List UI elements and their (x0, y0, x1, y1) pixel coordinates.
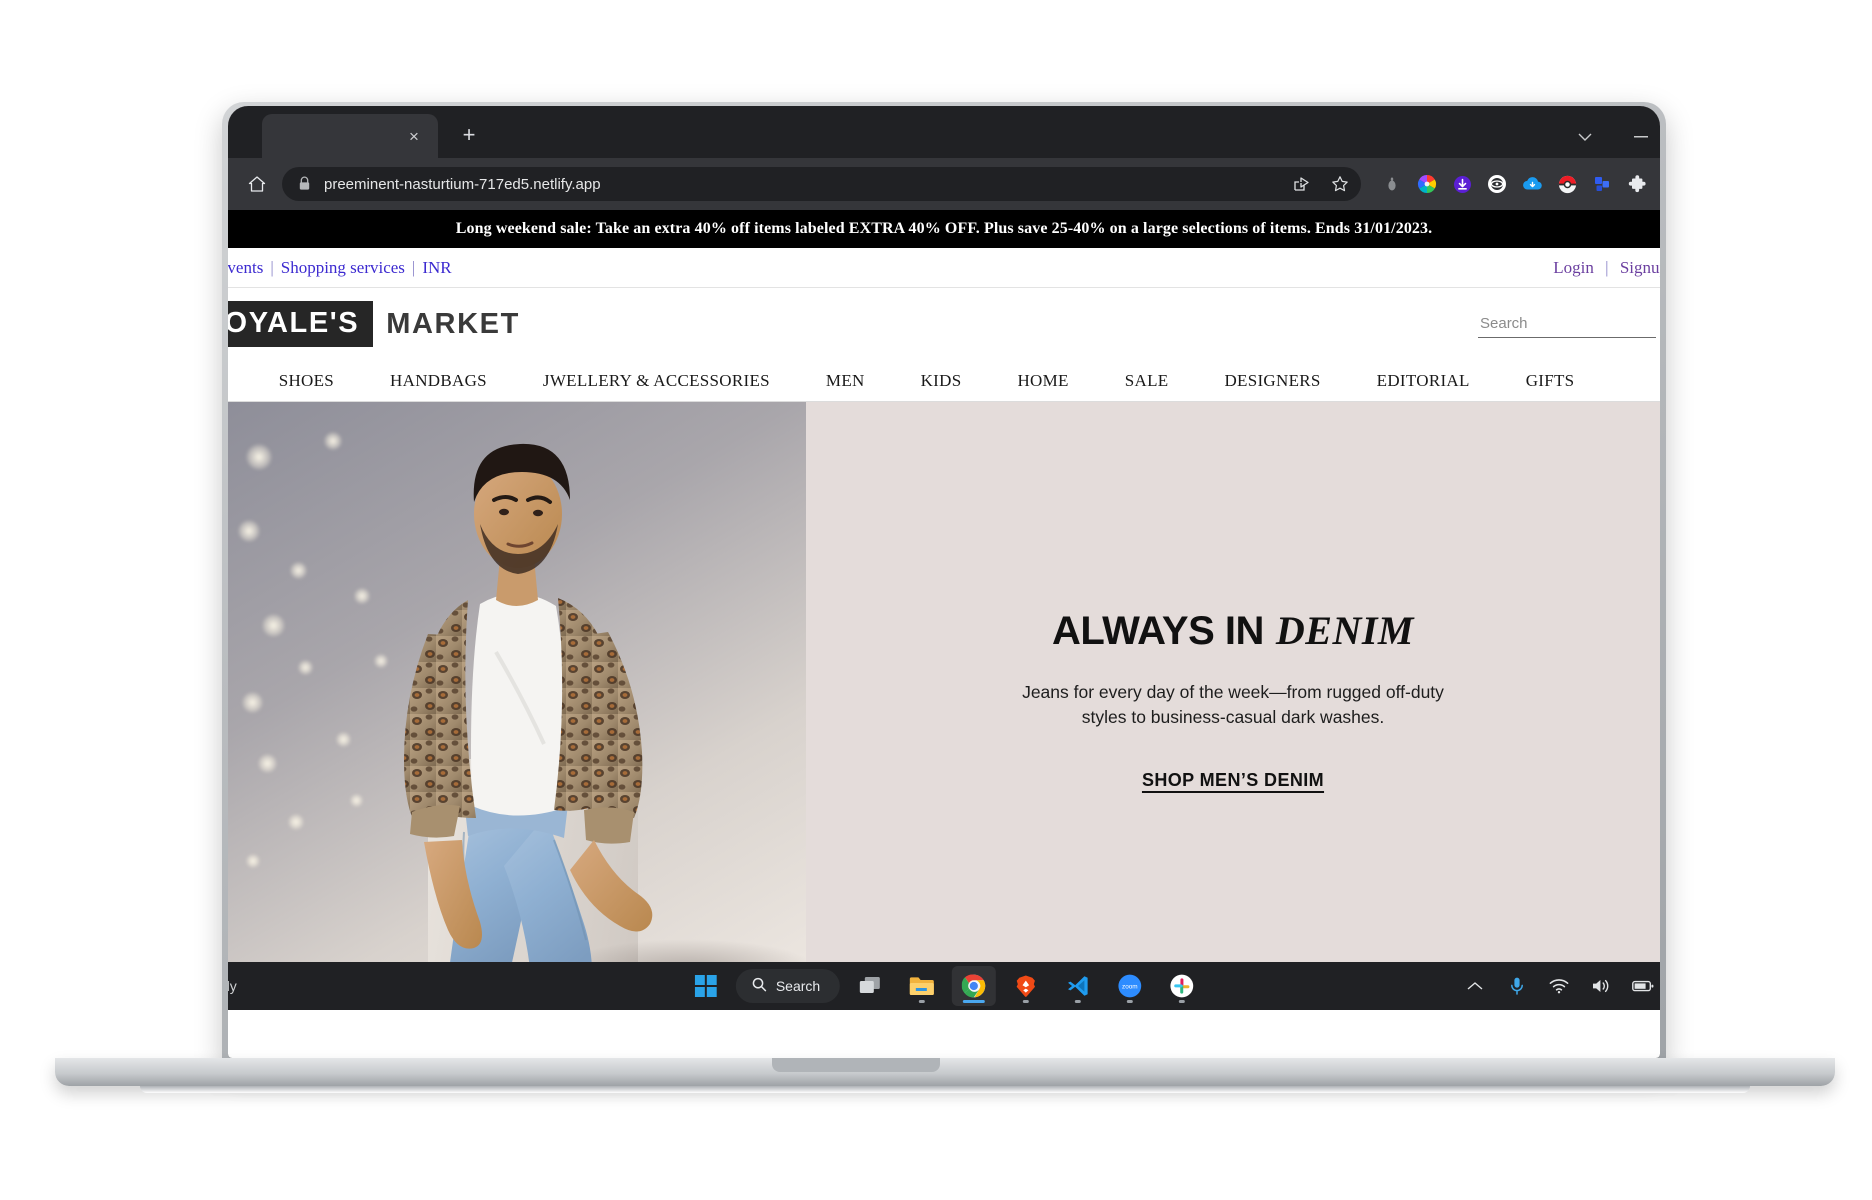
nav-item-kids[interactable]: KIDS (921, 371, 962, 391)
browser-toolbar: preeminent-nasturtium-717ed5.netlify.app (228, 158, 1660, 210)
pokeball-icon[interactable] (1556, 173, 1578, 195)
signup-link[interactable]: Signup (1620, 258, 1660, 277)
bug-icon[interactable] (1381, 173, 1403, 195)
login-link[interactable]: Login (1553, 258, 1594, 277)
page-viewport: Long weekend sale: Take an extra 40% off… (228, 210, 1660, 1010)
share-icon[interactable] (1289, 171, 1315, 197)
new-tab-icon[interactable]: + (454, 120, 484, 150)
task-running-indicator (919, 1000, 926, 1003)
hero-title: ALWAYS IN DENIM (1052, 607, 1414, 653)
browser-tab-strip: × + (228, 106, 1660, 158)
task-view-button[interactable] (848, 966, 892, 1006)
laptop-base (55, 1058, 1835, 1086)
utility-bar: es & events | Shopping services | INR Lo… (228, 248, 1660, 288)
hero-image (228, 402, 806, 1009)
wifi-icon[interactable] (1548, 975, 1570, 997)
laptop-screen-bezel: × + preeminent-nasturtium-717ed5.netlify… (228, 106, 1660, 1058)
hero-subtitle: Jeans for every day of the week—from rug… (1022, 681, 1444, 727)
hero-copy: ALWAYS IN DENIM Jeans for every day of th… (806, 402, 1660, 1009)
hero-model-figure (404, 443, 653, 1000)
brave-button[interactable] (1004, 966, 1048, 1006)
chevron-up-icon[interactable] (1464, 975, 1486, 997)
home-icon[interactable] (242, 169, 272, 199)
puzzle-piece-icon[interactable] (1626, 173, 1648, 195)
utility-separator: | (1605, 257, 1609, 277)
task-active-indicator (963, 1000, 986, 1003)
windows-taskbar: dy (228, 962, 1660, 1010)
nav-item-gifts[interactable]: GIFTS (1526, 371, 1575, 391)
start-button[interactable] (684, 966, 728, 1006)
zoom-button[interactable]: zoom (1108, 966, 1152, 1006)
file-explorer-button[interactable] (900, 966, 944, 1006)
minimize-icon[interactable] (1628, 126, 1654, 148)
utility-link-currency[interactable]: INR (422, 258, 451, 278)
nav-item-jwellery-accessories[interactable]: JWELLERY & ACCESSORIES (543, 371, 770, 391)
color-wheel-icon[interactable] (1416, 173, 1438, 195)
chevron-down-icon[interactable] (1572, 126, 1598, 148)
hero-section: ALWAYS IN DENIM Jeans for every day of th… (228, 402, 1660, 1009)
utility-links-left: es & events | Shopping services | INR (228, 258, 452, 278)
laptop-mockup: × + preeminent-nasturtium-717ed5.netlify… (0, 0, 1872, 1200)
magnifier-icon (752, 977, 767, 995)
task-running-indicator (1179, 1000, 1186, 1003)
taskbar-search[interactable]: Search (735, 969, 841, 1003)
volume-icon[interactable] (1590, 975, 1612, 997)
nav-item-handbags[interactable]: HANDBAGS (390, 371, 487, 391)
hero-cta-link[interactable]: SHOP MEN’S DENIM (1142, 770, 1324, 791)
system-tray (1464, 975, 1654, 997)
screen: × + preeminent-nasturtium-717ed5.netlify… (228, 106, 1660, 1058)
utility-separator: | (411, 257, 416, 277)
brand-badge: ROYALE'S (228, 301, 374, 347)
hero-title-italic: DENIM (1275, 607, 1414, 653)
utility-links-right: Login | Signup (1553, 258, 1660, 278)
vscode-button[interactable] (1056, 966, 1100, 1006)
microphone-icon[interactable] (1506, 975, 1528, 997)
task-running-indicator (1023, 1000, 1030, 1003)
nav-item-sale[interactable]: SALE (1125, 371, 1169, 391)
lock-icon (298, 176, 312, 192)
window-controls (1572, 126, 1660, 148)
close-tab-icon[interactable]: × (402, 124, 426, 148)
utility-separator: | (270, 257, 274, 277)
brand-word: MARKET (386, 307, 520, 340)
download-icon[interactable] (1451, 173, 1473, 195)
chrome-button[interactable] (952, 966, 997, 1006)
search-input[interactable] (1478, 312, 1656, 338)
blue-blocks-icon[interactable] (1591, 173, 1613, 195)
taskbar-items: Search zoom (684, 966, 1204, 1006)
utility-link-shopping-services[interactable]: Shopping services (281, 258, 405, 278)
search-area (1478, 310, 1660, 338)
laptop-notch (772, 1058, 940, 1072)
hero-title-plain: ALWAYS IN (1052, 608, 1264, 653)
nav-item-men[interactable]: MEN (826, 371, 865, 391)
taskbar-search-label: Search (775, 978, 821, 994)
slack-button[interactable] (1160, 966, 1204, 1006)
battery-icon[interactable] (1632, 975, 1654, 997)
promo-banner: Long weekend sale: Take an extra 40% off… (228, 210, 1660, 248)
star-icon[interactable] (1327, 171, 1353, 197)
nav-item-home[interactable]: HOME (1017, 371, 1068, 391)
nav-items: MEN SHOES HANDBAGS JWELLERY & ACCESSORIE… (228, 371, 1574, 391)
cloud-download-icon[interactable] (1521, 173, 1543, 195)
address-bar[interactable]: preeminent-nasturtium-717ed5.netlify.app (282, 167, 1361, 201)
utility-link-stores-events[interactable]: es & events (228, 258, 263, 278)
task-running-indicator (1075, 1000, 1082, 1003)
browser-tab[interactable]: × (262, 114, 438, 158)
nav-item-editorial[interactable]: EDITORIAL (1377, 371, 1470, 391)
laptop-foot (140, 1086, 1750, 1093)
extensions-strip (1371, 173, 1652, 195)
main-nav: MEN SHOES HANDBAGS JWELLERY & ACCESSORIE… (228, 360, 1660, 402)
site-header: ROYALE'S MARKET (228, 288, 1660, 360)
nav-item-shoes[interactable]: SHOES (279, 371, 334, 391)
nav-item-designers[interactable]: DESIGNERS (1224, 371, 1320, 391)
taskbar-status-text: dy (228, 978, 237, 994)
url-text: preeminent-nasturtium-717ed5.netlify.app (324, 175, 601, 193)
circle-target-icon[interactable] (1486, 173, 1508, 195)
task-running-indicator (1127, 1000, 1134, 1003)
brand-logo[interactable]: ROYALE'S MARKET (228, 301, 520, 347)
svg-text:zoom: zoom (1122, 983, 1138, 990)
